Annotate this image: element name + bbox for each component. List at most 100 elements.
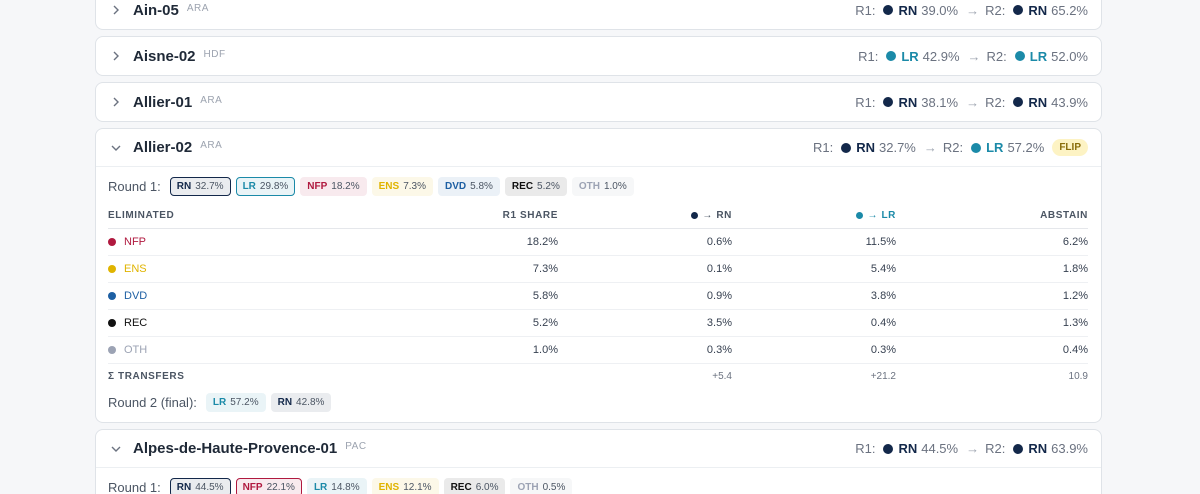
party-chip-oth: OTH 0.5% (510, 477, 573, 494)
abstain-cell: 6.2% (896, 228, 1088, 256)
party-name: NFP (124, 235, 146, 248)
col-to-rn: → RN (558, 204, 732, 229)
r1-share-cell: 5.2% (438, 309, 558, 337)
result-summary: R1: RN 44.5% → R2: RN 63.9% (855, 441, 1088, 456)
r1-pct: 42.9% (922, 48, 960, 64)
result-summary: R1: RN 32.7% → R2: LR 57.2% FLIP (813, 139, 1088, 156)
to-rn-cell: 3.5% (558, 309, 732, 337)
table-row: NFP 18.2% 0.6% 11.5% 6.2% (108, 228, 1088, 256)
r1-party: RN (898, 2, 918, 18)
region-code: ARA (200, 94, 223, 106)
round1-results: Round 1: RN 44.5% NFP 22.1% LR 14.8% ENS 12.1% R… (108, 476, 1088, 494)
party-chip-rn: RN 44.5% (169, 477, 231, 494)
chip-party: OTH (578, 180, 600, 192)
r1-share-cell: 18.2% (438, 228, 558, 256)
r2-pct: 43.9% (1051, 94, 1088, 110)
round1-results: Round 1: RN 32.7% LR 29.8% NFP 18.2% ENS 7.3% DV… (108, 175, 1088, 197)
chip-pct: 44.5% (195, 481, 224, 493)
arrow-right-icon: → (966, 2, 980, 18)
district-card-expanded[interactable]: Allier-02 ARA R1: RN 32.7% → R2: LR 57.2… (95, 128, 1102, 423)
chip-party: LR (212, 396, 227, 408)
col-abstain: ABSTAIN (896, 204, 1088, 229)
r2-party: RN (1028, 2, 1048, 18)
r1-party: RN (898, 94, 918, 110)
party-dot-icon (108, 264, 116, 273)
r1-label: R1: (812, 140, 834, 155)
abstain-cell: 0.4% (896, 336, 1088, 364)
party-dot-icon (856, 211, 864, 219)
sum-label: Σ TRANSFERS (108, 370, 185, 382)
party-name: DVD (124, 289, 148, 302)
party-dot-icon (1013, 97, 1024, 107)
to-rn-cell: 0.1% (558, 255, 732, 283)
col-to-rn-label: → RN (702, 209, 732, 221)
chip-pct: 5.8% (470, 180, 493, 192)
party-dot-icon (1014, 51, 1025, 61)
arrow-right-icon: → (966, 94, 980, 110)
region-code: ARA (186, 2, 209, 14)
r1-pct: 32.7% (879, 140, 916, 155)
arrow-right-icon: → (966, 441, 980, 456)
chevron-right-icon[interactable] (111, 5, 121, 15)
district-row-header[interactable]: Ain-05 ARA R1: RN 39.0% → R2: RN 65.2% (96, 0, 1101, 29)
to-lr-cell: 0.3% (732, 336, 896, 364)
chevron-right-icon[interactable] (111, 51, 121, 61)
chip-pct: 14.8% (331, 481, 360, 493)
r2-label: R2: (985, 2, 1006, 18)
district-card[interactable]: Ain-05 ARA R1: RN 39.0% → R2: RN 65.2% (95, 0, 1102, 30)
r2-party: LR (1029, 48, 1048, 64)
chip-party: LR (313, 481, 328, 493)
r1-label: R1: (855, 441, 876, 456)
district-row-header[interactable]: Aisne-02 HDF R1: LR 42.9% → R2: LR 52.0% (96, 37, 1101, 75)
r2-party: LR (986, 140, 1004, 155)
result-summary: R1: RN 39.0% → R2: RN 65.2% (855, 3, 1088, 18)
chevron-down-icon[interactable] (111, 144, 121, 152)
r1-pct: 38.1% (921, 94, 959, 110)
party-chip-oth: OTH 1.0% (571, 176, 634, 196)
district-card[interactable]: Aisne-02 HDF R1: LR 42.9% → R2: LR 52.0% (95, 36, 1102, 76)
party-chip-ens: ENS 12.1% (371, 477, 439, 494)
chip-pct: 0.5% (542, 481, 566, 493)
district-row-header[interactable]: Allier-01 ARA R1: RN 38.1% → R2: RN 43.9… (96, 83, 1101, 121)
chip-party: ENS (378, 481, 400, 493)
to-rn-cell: 0.9% (558, 282, 732, 310)
district-row-header[interactable]: Alpes-de-Haute-Provence-01 PAC R1: RN 44… (96, 430, 1101, 468)
arrow-right-icon: → (923, 140, 937, 155)
table-row: ENS 7.3% 0.1% 5.4% 1.8% (108, 255, 1088, 283)
flip-badge: FLIP (1052, 139, 1088, 156)
chip-party: RN (277, 396, 293, 408)
sum-lr: +21.2 (870, 370, 896, 382)
district-card-expanded[interactable]: Alpes-de-Haute-Provence-01 PAC R1: RN 44… (95, 429, 1102, 494)
party-chip-lr: LR 14.8% (306, 477, 367, 494)
chevron-down-icon[interactable] (111, 445, 121, 453)
district-row-header[interactable]: Allier-02 ARA R1: RN 32.7% → R2: LR 57.2… (96, 129, 1101, 167)
table-row: DVD 5.8% 0.9% 3.8% 1.2% (108, 282, 1088, 310)
chip-party: LR (242, 180, 256, 192)
to-lr-cell: 5.4% (732, 255, 896, 283)
r2-label: R2: (985, 441, 1006, 456)
to-lr-cell: 0.4% (732, 309, 896, 337)
chevron-right-icon[interactable] (111, 97, 121, 107)
col-eliminated: ELIMINATED (108, 204, 438, 229)
party-dot-icon (841, 142, 852, 153)
chip-party: NFP (242, 481, 263, 493)
r2-label: R2: (986, 48, 1007, 64)
district-list: Ain-05 ARA R1: RN 39.0% → R2: RN 65.2% A… (95, 0, 1102, 494)
r2-label: R2: (985, 94, 1006, 110)
r1-share-cell: 1.0% (438, 336, 558, 364)
party-dot-icon (883, 97, 894, 107)
region-code: HDF (203, 48, 226, 60)
col-to-lr: → LR (732, 204, 896, 229)
r1-party: RN (898, 441, 918, 456)
round2-results: Round 2 (final): LR 57.2% RN 42.8% (108, 390, 1088, 414)
round2-chips: LR 57.2% RN 42.8% (205, 392, 337, 412)
r1-party: RN (856, 140, 875, 155)
abstain-cell: 1.3% (896, 309, 1088, 337)
party-dot-icon (971, 142, 982, 153)
party-chip-lr: LR 57.2% (205, 392, 266, 412)
region-code: ARA (200, 140, 223, 151)
party-name: ENS (124, 262, 147, 275)
party-chip-lr: LR 29.8% (235, 176, 296, 196)
district-card[interactable]: Allier-01 ARA R1: RN 38.1% → R2: RN 43.9… (95, 82, 1102, 122)
chip-pct: 1.0% (603, 180, 627, 192)
